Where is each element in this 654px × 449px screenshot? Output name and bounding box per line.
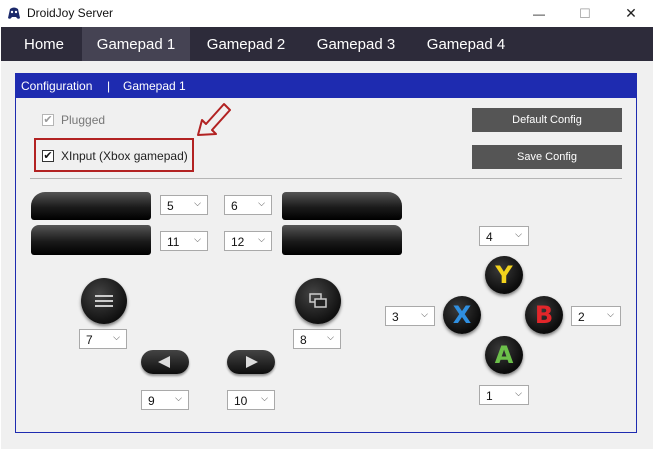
b-button: B — [525, 296, 563, 334]
left-bumper — [31, 192, 151, 220]
breadcrumb-configuration: Configuration — [21, 79, 93, 93]
view-icon — [309, 293, 327, 308]
menu-value: 7 — [86, 333, 93, 347]
right-trigger-select[interactable]: 12 ⌵ — [224, 231, 272, 251]
left-trigger — [31, 225, 151, 255]
xinput-checkbox[interactable]: ✔ — [42, 150, 54, 162]
right-bumper-value: 6 — [231, 199, 238, 213]
triangle-right-icon — [246, 356, 258, 368]
tab-gamepad-4[interactable]: Gamepad 4 — [414, 27, 518, 61]
right-trigger-value: 12 — [231, 235, 245, 249]
save-config-button[interactable]: Save Config — [472, 145, 622, 169]
xinput-label: XInput (Xbox gamepad) — [61, 149, 188, 163]
chevron-down-icon: ⌵ — [258, 198, 265, 208]
tab-home[interactable]: Home — [12, 27, 76, 61]
view-select[interactable]: 8 ⌵ — [293, 329, 341, 349]
dpad-left-button — [141, 350, 189, 374]
chevron-down-icon: ⌵ — [113, 332, 120, 342]
close-button[interactable]: ✕ — [608, 0, 654, 27]
breadcrumb: Configuration | Gamepad 1 — [16, 74, 636, 98]
divider — [30, 178, 622, 179]
right-bumper-select[interactable]: 6 ⌵ — [224, 195, 272, 215]
a-value: 1 — [486, 389, 493, 403]
dpad-right-select[interactable]: 10 ⌵ — [227, 390, 275, 410]
left-trigger-value: 11 — [167, 235, 180, 249]
default-config-button[interactable]: Default Config — [472, 108, 622, 132]
x-button: X — [443, 296, 481, 334]
dpad-right-button — [227, 350, 275, 374]
chevron-down-icon: ⌵ — [421, 309, 428, 319]
minimize-icon: — — [533, 6, 545, 21]
minimize-button[interactable]: — — [516, 0, 562, 27]
tab-gamepad-3[interactable]: Gamepad 3 — [304, 27, 408, 61]
left-bumper-value: 5 — [167, 199, 174, 213]
plugged-checkbox[interactable]: ✔ — [42, 114, 54, 126]
breadcrumb-separator: | — [107, 79, 111, 93]
b-value: 2 — [578, 310, 585, 324]
a-select[interactable]: 1 ⌵ — [479, 385, 529, 405]
x-select[interactable]: 3 ⌵ — [385, 306, 435, 326]
view-button — [295, 278, 341, 324]
chevron-down-icon: ⌵ — [175, 393, 182, 403]
close-icon: ✕ — [625, 5, 637, 21]
b-select[interactable]: 2 ⌵ — [571, 306, 621, 326]
dpad-right-value: 10 — [234, 394, 248, 408]
left-bumper-select[interactable]: 5 ⌵ — [160, 195, 208, 215]
x-value: 3 — [392, 310, 399, 324]
a-button: A — [485, 336, 523, 374]
hamburger-icon — [95, 295, 113, 307]
y-button: Y — [485, 256, 523, 294]
chevron-down-icon: ⌵ — [327, 332, 334, 342]
chevron-down-icon: ⌵ — [515, 229, 522, 239]
arrow-icon — [197, 103, 231, 136]
right-bumper — [282, 192, 402, 220]
y-select[interactable]: 4 ⌵ — [479, 226, 529, 246]
menu-select[interactable]: 7 ⌵ — [79, 329, 127, 349]
plugged-label: Plugged — [61, 113, 106, 127]
plugged-option[interactable]: ✔ Plugged — [42, 113, 162, 129]
chevron-down-icon: ⌵ — [258, 234, 265, 244]
triangle-left-icon — [158, 356, 170, 368]
xinput-option[interactable]: ✔ XInput (Xbox gamepad) — [42, 149, 192, 165]
tab-gamepad-1[interactable]: Gamepad 1 — [82, 27, 190, 61]
y-value: 4 — [486, 230, 493, 244]
dpad-left-value: 9 — [148, 394, 155, 408]
maximize-button[interactable]: ☐ — [562, 0, 608, 27]
chevron-down-icon: ⌵ — [515, 388, 522, 398]
tab-gamepad-2[interactable]: Gamepad 2 — [194, 27, 298, 61]
chevron-down-icon: ⌵ — [194, 198, 201, 208]
maximize-icon: ☐ — [579, 5, 591, 21]
breadcrumb-gamepad: Gamepad 1 — [123, 79, 186, 93]
chevron-down-icon: ⌵ — [261, 393, 268, 403]
dpad-left-select[interactable]: 9 ⌵ — [141, 390, 189, 410]
view-value: 8 — [300, 333, 307, 347]
menu-button — [81, 278, 127, 324]
chevron-down-icon: ⌵ — [194, 234, 201, 244]
right-trigger — [282, 225, 402, 255]
left-trigger-select[interactable]: 11 ⌵ — [160, 231, 208, 251]
chevron-down-icon: ⌵ — [607, 309, 614, 319]
droidjoy-icon — [6, 5, 22, 21]
window-title: DroidJoy Server — [27, 6, 114, 20]
